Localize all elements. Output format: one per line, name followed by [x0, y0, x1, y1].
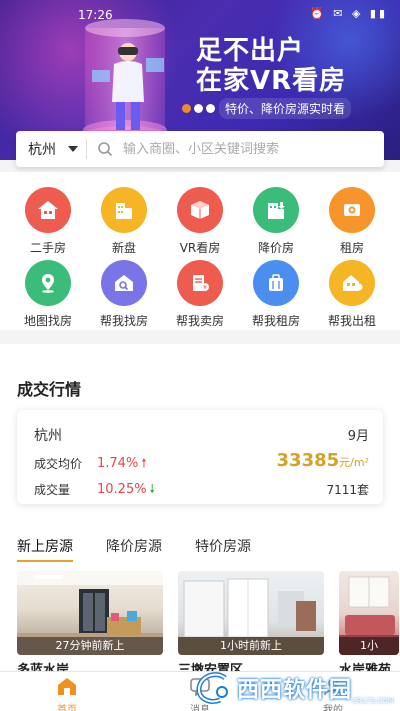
market-city: 杭州	[34, 428, 62, 444]
avg-price-unit: 元/m²	[339, 456, 369, 469]
volume-change-value: 10.25%	[97, 482, 147, 497]
banner-subtitle-row: 特价、降价房源实时看	[182, 98, 352, 119]
arrow-up-icon: 🠕	[141, 456, 147, 470]
watermark-logo-icon	[196, 672, 228, 704]
listing-card[interactable]: 27分钟前新上	[17, 571, 163, 655]
avg-price-label: 成交均价	[34, 457, 83, 471]
category-label: 帮我卖房	[175, 314, 224, 328]
site-watermark: 西西软件园 CR173.COM	[195, 670, 395, 706]
carousel-dots[interactable]	[182, 104, 215, 113]
category-label: 降价房	[257, 241, 294, 255]
category-label: VR看房	[179, 241, 221, 255]
tab-price-drop[interactable]: 降价房源	[106, 536, 162, 562]
banner-subtitle: 特价、降价房源实时看	[219, 98, 352, 119]
category-label: 新盘	[111, 241, 136, 255]
category-new-homes[interactable]: 新盘	[86, 187, 162, 256]
building-icon	[101, 187, 147, 233]
listing-carousel: 27分钟前新上 1小时前新上 1小	[17, 571, 400, 678]
house-icon	[25, 187, 71, 233]
status-time: 17:26	[78, 8, 113, 22]
category-label: 租房	[339, 241, 364, 255]
tab-special[interactable]: 特价房源	[195, 536, 251, 562]
category-help-rent[interactable]: 帮我租房	[238, 260, 314, 329]
status-bar: 17:26 ⏰ ✉ ◈ ▮▮	[0, 4, 400, 24]
carousel-dot-active[interactable]	[182, 104, 191, 113]
house-search-icon	[101, 260, 147, 306]
search-bar: 杭州	[16, 131, 384, 167]
listing-time-badge: 1小	[339, 637, 399, 655]
section-title: 成交行情	[17, 380, 82, 399]
banner-title-line2: 在家VR看房	[196, 66, 347, 96]
volume-value: 7111套	[326, 483, 369, 497]
tab-new[interactable]: 新上房源	[17, 536, 73, 562]
nav-home[interactable]: 首页	[32, 676, 102, 711]
market-month: 9月	[347, 429, 369, 444]
app-root: 17:26 ⏰ ✉ ◈ ▮▮ 足不出户 在家VR看房 特价、降价房源实时看 杭州…	[0, 0, 400, 711]
sofa-icon	[329, 187, 375, 233]
avg-price: 33385元/m²	[277, 450, 369, 471]
avg-price-value: 33385	[276, 450, 340, 471]
nav-label: 首页	[57, 705, 77, 711]
arrow-down-icon: 🠗	[149, 482, 155, 496]
map-pin-icon	[25, 260, 71, 306]
caret-down-icon	[68, 146, 78, 152]
category-rent[interactable]: 租房	[314, 187, 390, 256]
category-map-search[interactable]: 地图找房	[10, 260, 86, 329]
category-label: 帮我出租	[327, 314, 376, 328]
category-help-sell[interactable]: ¥ 帮我卖房	[162, 260, 238, 329]
category-price-drop[interactable]: 降价房	[238, 187, 314, 256]
carousel-dot[interactable]	[206, 104, 215, 113]
banner-title: 足不出户 在家VR看房	[196, 36, 346, 96]
sell-icon: ¥	[177, 260, 223, 306]
rent-out-icon	[329, 260, 375, 306]
listing-card[interactable]: 1小	[339, 571, 399, 655]
status-icons: ⏰ ✉ ◈ ▮▮	[310, 7, 388, 20]
category-label: 地图找房	[23, 314, 72, 328]
category-label: 帮我找房	[99, 314, 148, 328]
category-label: 二手房	[29, 241, 66, 255]
category-grid: 二手房 新盘 VR看房 降价房 租房 地图找房 帮我找房 ¥ 帮我卖房 帮我租房…	[0, 172, 400, 330]
city-label: 杭州	[28, 142, 56, 158]
listing-tabs: 新上房源 降价房源 特价房源	[17, 536, 251, 562]
search-divider	[86, 139, 87, 159]
home-icon	[58, 678, 76, 695]
listing-card[interactable]: 1小时前新上	[178, 571, 324, 655]
market-card[interactable]: 杭州 9月 成交均价 1.74% 🠕 33385元/m² 成交量 10.25% 🠗 …	[17, 410, 383, 504]
category-second-hand[interactable]: 二手房	[10, 187, 86, 256]
vr-cube-icon	[177, 187, 223, 233]
watermark-text: 西西软件园	[237, 678, 353, 703]
market-section: 成交行情 杭州 9月 成交均价 1.74% 🠕 33385元/m² 成交量 10.…	[0, 344, 400, 678]
listing-time-badge: 1小时前新上	[178, 637, 324, 655]
svg-text:¥: ¥	[203, 285, 207, 292]
watermark-sub: CR173.COM	[352, 697, 394, 705]
category-label: 帮我租房	[251, 314, 300, 328]
search-input[interactable]	[123, 141, 373, 157]
city-selector[interactable]: 杭州	[16, 139, 86, 159]
listing-time-badge: 27分钟前新上	[17, 637, 163, 655]
suitcase-icon	[253, 260, 299, 306]
volume-label: 成交量	[34, 483, 71, 497]
avg-price-change-value: 1.74%	[97, 456, 139, 471]
price-drop-icon	[253, 187, 299, 233]
banner-title-line1: 足不出户	[196, 36, 305, 66]
avg-price-change: 1.74% 🠕	[97, 454, 146, 475]
search-icon	[98, 142, 113, 157]
category-help-let[interactable]: 帮我出租	[314, 260, 390, 329]
volume-change: 10.25% 🠗	[97, 480, 155, 501]
category-vr[interactable]: VR看房	[162, 187, 238, 256]
carousel-dot[interactable]	[194, 104, 203, 113]
category-help-find[interactable]: 帮我找房	[86, 260, 162, 329]
